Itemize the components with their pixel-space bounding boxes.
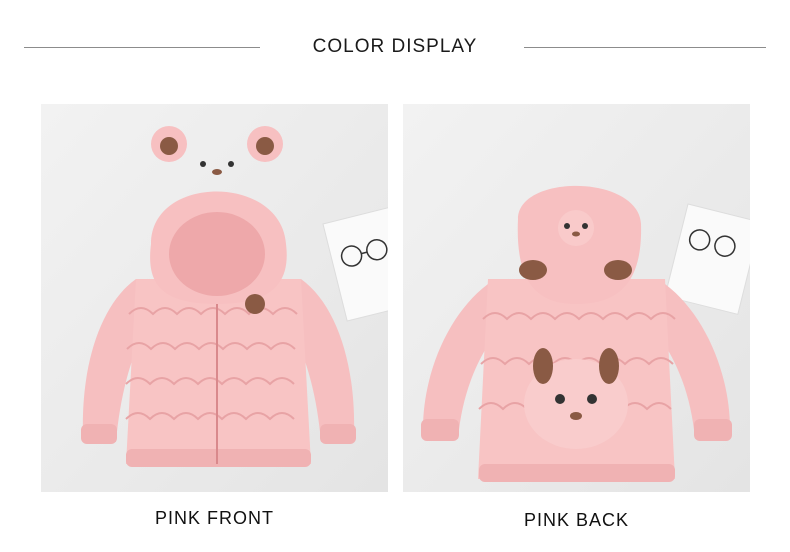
caption-pink-front: PINK FRONT xyxy=(154,508,274,528)
product-photo-pink-front[interactable] xyxy=(41,104,388,492)
section-title: COLOR DISPLAY xyxy=(312,36,478,57)
jacket-back-illustration xyxy=(403,104,750,492)
header-divider-right xyxy=(524,47,766,48)
product-photo-pink-back[interactable] xyxy=(403,104,750,492)
caption-pink-back: PINK BACK xyxy=(523,510,630,530)
jacket-front-illustration xyxy=(41,104,388,492)
header-divider-left xyxy=(24,47,260,48)
